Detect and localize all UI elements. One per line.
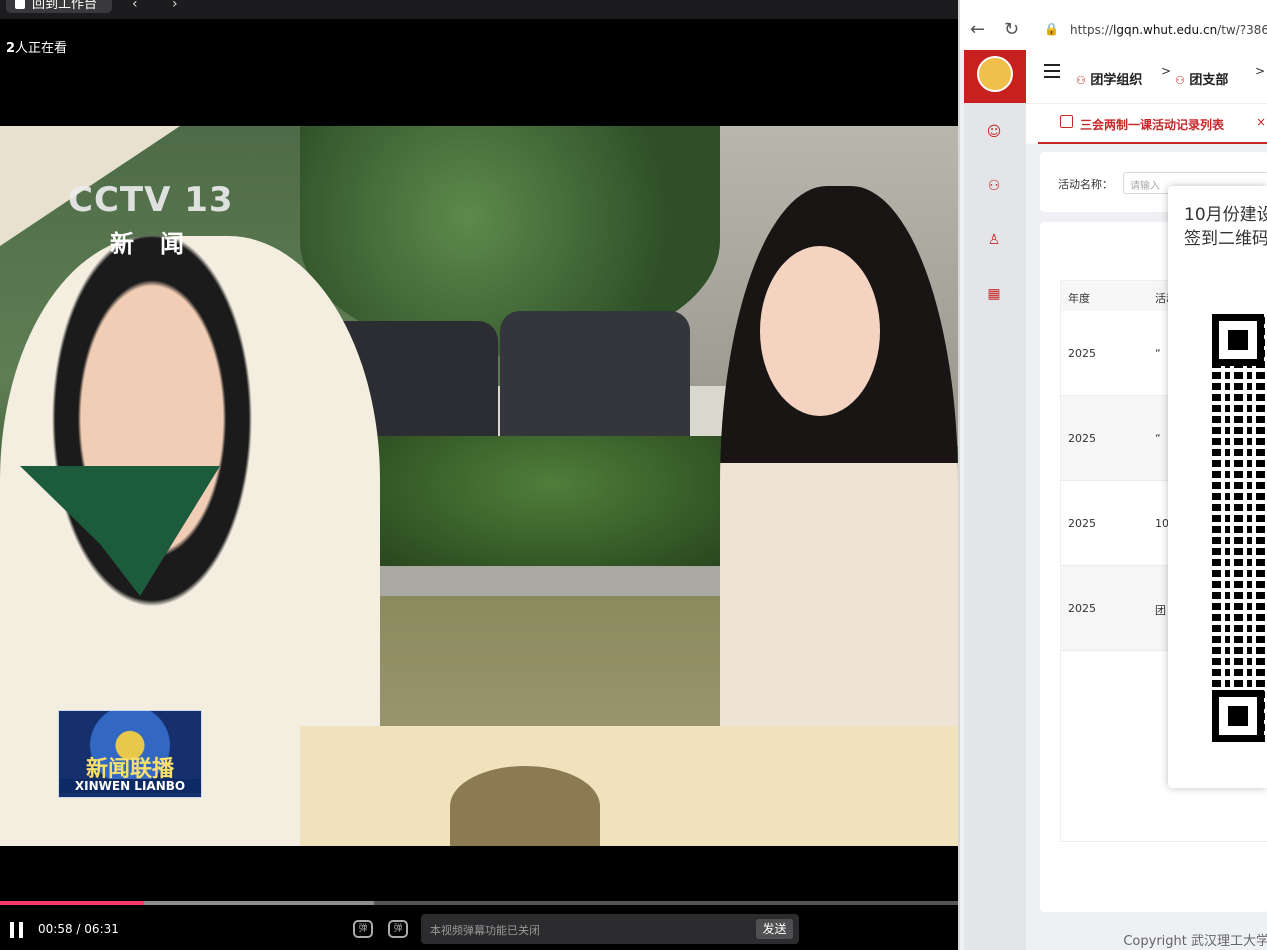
duration: 06:31 [84, 922, 119, 936]
breadcrumb-label: 团支部 [1189, 73, 1229, 88]
nav-forward-icon[interactable]: › [172, 0, 178, 12]
browser-address-bar: ← ↻ 🔒 https://lgqn.whut.edu.cn/tw/?386 [960, 12, 1267, 50]
player-controls: 00:58 / 06:31 弹 弹 本视频弹幕功能已关闭 发送 [0, 910, 958, 950]
pause-icon[interactable] [10, 922, 24, 938]
row-activity: 10 [1155, 517, 1169, 530]
danmu-settings-icon[interactable]: 弹 [388, 920, 408, 938]
time-display: 00:58 / 06:31 [38, 922, 119, 936]
row-activity: 团 [1155, 604, 1166, 617]
cctv13-logo: CCTV 13 [68, 180, 234, 220]
workspace-icon [15, 0, 25, 9]
viewer-count-number: 2 [6, 41, 16, 56]
video-player: 回到工作台 ‹ › 2人正在看 CCTV 13 新闻 新闻联播 XINWEN L… [0, 0, 958, 950]
breadcrumb-item[interactable]: ⚇ 团支部 [1175, 69, 1228, 88]
menu-toggle-icon[interactable] [1044, 64, 1060, 78]
row-year: 2025 [1068, 602, 1096, 615]
url-field[interactable]: https://lgqn.whut.edu.cn/tw/?386 [1070, 23, 1267, 37]
group-icon[interactable]: ⚇ [986, 178, 1002, 194]
tab-activity-records[interactable]: 三会两制一课活动记录列表 × [1038, 104, 1267, 144]
reload-icon[interactable]: ↻ [1004, 19, 1019, 40]
nav-back-icon[interactable]: ‹ [132, 0, 138, 12]
tab-label: 三会两制一课活动记录列表 [1080, 118, 1225, 132]
row-year: 2025 [1068, 347, 1096, 360]
tab-close-icon[interactable]: × [1256, 115, 1266, 129]
cctv13-sub-logo: 新闻 [110, 230, 210, 258]
page-tab-bar: 三会两制一课活动记录列表 × [1026, 103, 1267, 144]
danmu-input[interactable]: 本视频弹幕功能已关闭 发送 [421, 914, 799, 944]
modal-title-line1: 10月份建设 [1184, 205, 1267, 225]
url-path: /tw/?386 [1217, 23, 1267, 37]
back-to-workspace-button[interactable]: 回到工作台 [6, 0, 112, 13]
breadcrumb-label: 团学组织 [1090, 73, 1143, 88]
top-nav: ⚇ 团学组织 > ⚇ 团支部 > [1026, 50, 1267, 103]
league-badge-icon [977, 56, 1013, 92]
program-logo-en: XINWEN LIANBO [59, 779, 201, 793]
modal-title-line2: 签到二维码 [1184, 229, 1267, 249]
row-activity: “ [1155, 432, 1161, 445]
scene-tea-tray [450, 766, 600, 846]
row-year: 2025 [1068, 432, 1096, 445]
breadcrumb-separator-icon: > [1255, 64, 1266, 78]
activity-name-placeholder: 请输入 [1130, 181, 1160, 192]
qr-finder-pattern [1212, 314, 1264, 366]
copyright-footer: Copyright 武汉理工大学 [1123, 934, 1267, 949]
player-top-bar: 回到工作台 ‹ › [0, 0, 958, 19]
user-icon[interactable]: ☺ [986, 124, 1002, 140]
breadcrumb-separator-icon: > [1161, 64, 1172, 78]
time-separator: / [76, 922, 81, 936]
danmu-placeholder: 本视频弹幕功能已关闭 [430, 924, 540, 937]
send-button[interactable]: 发送 [756, 919, 793, 939]
lock-icon: 🔒 [1044, 22, 1059, 36]
row-activity: “ [1155, 347, 1161, 360]
danmu-toggle-icon[interactable]: 弹 [353, 920, 373, 938]
grid-icon[interactable]: ▦ [986, 286, 1002, 302]
league-logo[interactable] [964, 50, 1026, 103]
qr-code-modal: 10月份建设 签到二维码 [1168, 186, 1267, 788]
back-arrow-icon[interactable]: ← [970, 19, 985, 40]
person-icon[interactable]: ♙ [986, 232, 1002, 248]
xinwen-lianbo-logo: 新闻联播 XINWEN LIANBO [58, 710, 202, 798]
browser-tab-strip [960, 0, 1267, 12]
activity-name-label: 活动名称： [1058, 178, 1113, 191]
progress-played [0, 901, 144, 905]
scene-face [760, 246, 880, 416]
modal-title: 10月份建设 签到二维码 [1184, 203, 1267, 251]
column-header-year: 年度 [1068, 292, 1090, 305]
row-year: 2025 [1068, 517, 1096, 530]
url-prefix: https:// [1070, 23, 1114, 37]
qr-finder-pattern [1212, 690, 1264, 742]
url-host: lgqn.whut.edu.cn [1113, 23, 1218, 37]
current-time: 00:58 [38, 922, 73, 936]
back-to-workspace-label: 回到工作台 [32, 0, 98, 12]
branch-icon: ⚇ [1175, 74, 1185, 87]
progress-bar[interactable] [0, 901, 958, 905]
edit-document-icon [1060, 115, 1073, 128]
viewer-count-text: 人正在看 [15, 41, 68, 56]
breadcrumb-item[interactable]: ⚇ 团学组织 [1076, 69, 1142, 88]
org-icon: ⚇ [1076, 74, 1086, 87]
scene-table [300, 726, 958, 846]
checkin-qr-code [1212, 314, 1267, 742]
viewer-count: 2人正在看 [6, 37, 67, 56]
sidebar: ☺ ⚇ ♙ ▦ [964, 50, 1026, 950]
